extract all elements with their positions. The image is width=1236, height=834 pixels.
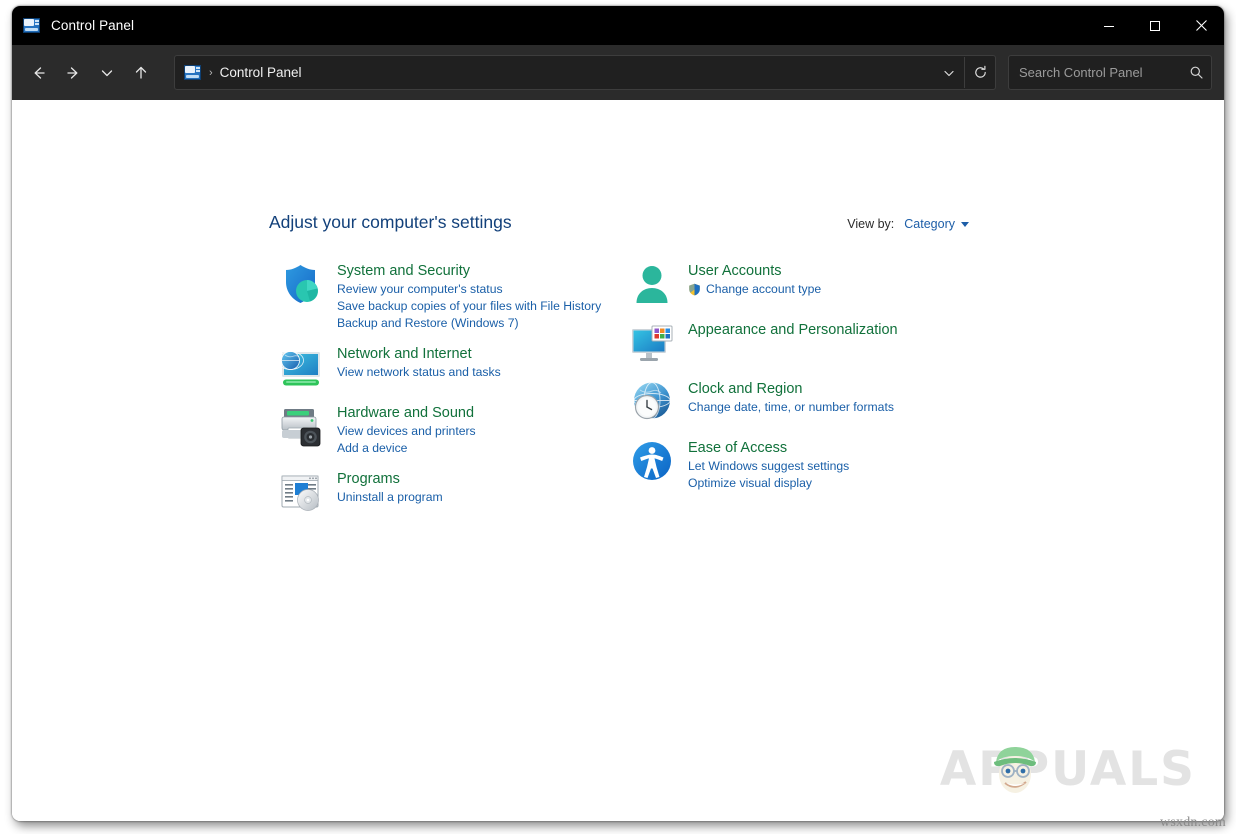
title-bar: Control Panel: [12, 6, 1224, 45]
address-dropdown-button[interactable]: [934, 57, 964, 88]
category-body: User Accounts Change account type: [688, 260, 821, 298]
category-title[interactable]: Appearance and Personalization: [688, 321, 898, 340]
search-box[interactable]: [1008, 55, 1212, 90]
category-title[interactable]: Ease of Access: [688, 439, 787, 458]
category-link[interactable]: Review your computer's status: [337, 281, 601, 298]
category-body: Network and Internet View network status…: [337, 343, 501, 381]
appearance-monitor-icon: [628, 319, 676, 367]
window-title: Control Panel: [51, 18, 134, 33]
page-title: Adjust your computer's settings: [269, 212, 512, 233]
category-link[interactable]: Save backup copies of your files with Fi…: [337, 298, 601, 315]
category-link[interactable]: View devices and printers: [337, 423, 476, 440]
appuals-watermark: APPUALS: [940, 746, 1196, 793]
close-button[interactable]: [1178, 6, 1224, 45]
site-credit: wsxdn.com: [1160, 815, 1226, 831]
category-title[interactable]: Programs: [337, 470, 400, 489]
category-link[interactable]: Add a device: [337, 440, 476, 457]
category-link[interactable]: Change account type: [688, 281, 821, 298]
category-ease-of-access[interactable]: Ease of Access Let Windows suggest setti…: [628, 437, 988, 492]
address-bar[interactable]: › Control Panel: [174, 55, 996, 90]
category-body: Ease of Access Let Windows suggest setti…: [688, 437, 849, 492]
refresh-button[interactable]: [965, 57, 995, 88]
category-link[interactable]: Let Windows suggest settings: [688, 458, 849, 475]
category-link[interactable]: Uninstall a program: [337, 489, 443, 506]
control-panel-icon: [23, 18, 40, 33]
category-title[interactable]: Hardware and Sound: [337, 404, 474, 423]
programs-disc-icon: [277, 468, 325, 516]
watermark-text: APPUALS: [940, 746, 1196, 793]
address-control-panel-icon: [184, 65, 201, 80]
category-link[interactable]: View network status and tasks: [337, 364, 501, 381]
shield-icon: [277, 260, 325, 308]
chevron-down-icon[interactable]: [961, 222, 969, 227]
title-bar-left: Control Panel: [12, 18, 1086, 33]
search-input[interactable]: [1009, 65, 1181, 80]
category-column-right: User Accounts Change account type: [628, 260, 988, 503]
appuals-mascot-icon: [988, 738, 1042, 800]
category-link[interactable]: Optimize visual display: [688, 475, 849, 492]
view-by-label: View by:: [847, 217, 894, 231]
category-appearance-and-personalization[interactable]: Appearance and Personalization: [628, 319, 988, 367]
control-panel-window: Control Panel: [12, 6, 1224, 821]
caption-buttons: [1086, 6, 1224, 45]
category-clock-and-region[interactable]: Clock and Region Change date, time, or n…: [628, 378, 988, 426]
category-programs[interactable]: Programs Uninstall a program: [277, 468, 622, 516]
printer-speaker-icon: [277, 402, 325, 450]
network-monitor-icon: [277, 343, 325, 391]
navigation-toolbar: › Control Panel: [12, 45, 1224, 100]
breadcrumb-path[interactable]: Control Panel: [220, 65, 934, 80]
back-button[interactable]: [22, 56, 56, 90]
forward-button[interactable]: [56, 56, 90, 90]
category-body: System and Security Review your computer…: [337, 260, 601, 332]
category-network-and-internet[interactable]: Network and Internet View network status…: [277, 343, 622, 391]
category-title[interactable]: Clock and Region: [688, 380, 802, 399]
category-title[interactable]: Network and Internet: [337, 345, 472, 364]
category-user-accounts[interactable]: User Accounts Change account type: [628, 260, 988, 308]
category-hardware-and-sound[interactable]: Hardware and Sound View devices and prin…: [277, 402, 622, 457]
ease-of-access-icon: [628, 437, 676, 485]
category-body: Clock and Region Change date, time, or n…: [688, 378, 894, 416]
category-body: Appearance and Personalization: [688, 319, 898, 340]
search-icon[interactable]: [1181, 57, 1211, 88]
view-by-control: View by: Category: [847, 217, 969, 231]
minimize-button[interactable]: [1086, 6, 1132, 45]
clock-globe-icon: [628, 378, 676, 426]
category-column-left: System and Security Review your computer…: [277, 260, 622, 527]
breadcrumb-separator: ›: [209, 67, 213, 79]
maximize-button[interactable]: [1132, 6, 1178, 45]
category-link-text: Change account type: [706, 281, 821, 298]
view-by-value[interactable]: Category: [904, 217, 955, 231]
user-account-icon: [628, 260, 676, 308]
category-title[interactable]: User Accounts: [688, 262, 782, 281]
category-body: Programs Uninstall a program: [337, 468, 443, 506]
category-title[interactable]: System and Security: [337, 262, 470, 281]
category-link[interactable]: Backup and Restore (Windows 7): [337, 315, 601, 332]
content-area: Adjust your computer's settings View by:…: [12, 100, 1224, 821]
uac-shield-icon: [688, 283, 701, 296]
category-body: Hardware and Sound View devices and prin…: [337, 402, 476, 457]
category-link[interactable]: Change date, time, or number formats: [688, 399, 894, 416]
recent-locations-button[interactable]: [90, 56, 124, 90]
category-system-and-security[interactable]: System and Security Review your computer…: [277, 260, 622, 332]
up-button[interactable]: [124, 56, 158, 90]
